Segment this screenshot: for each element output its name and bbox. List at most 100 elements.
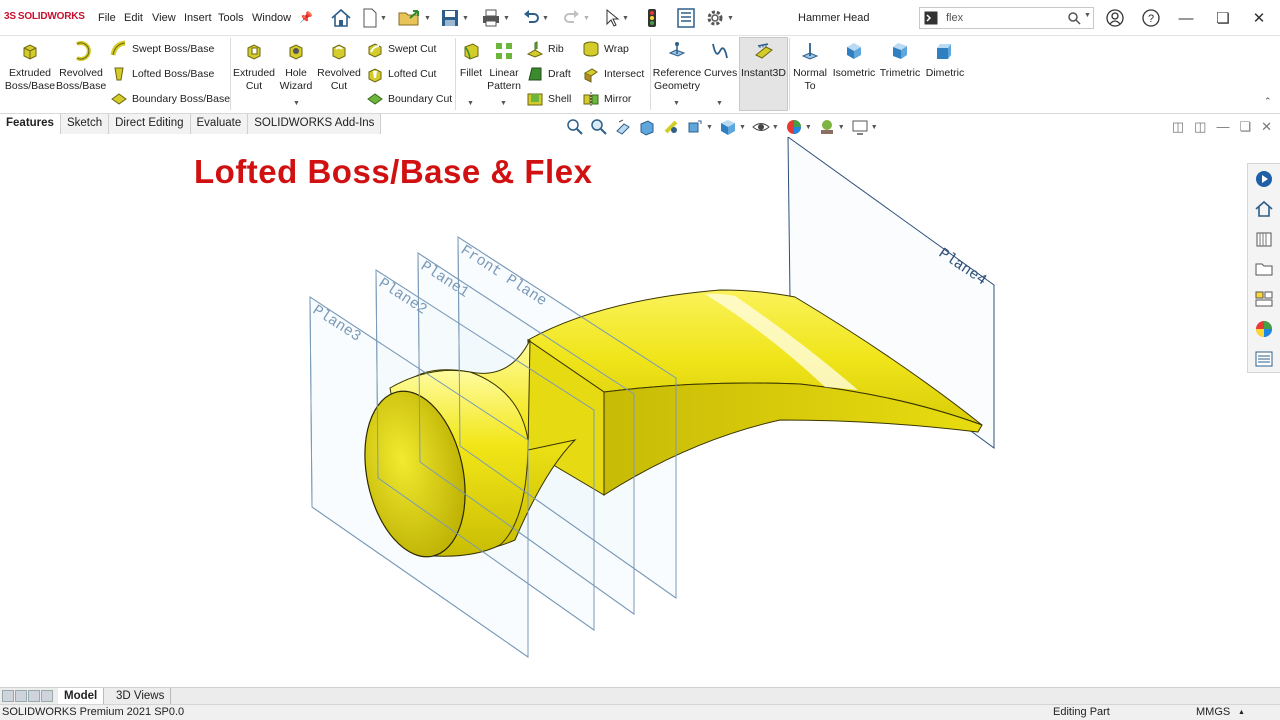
- boundary-cut-button[interactable]: Boundary Cut: [366, 89, 452, 109]
- unit-system[interactable]: MMGS: [1196, 705, 1230, 720]
- hide-show-dropdown-icon[interactable]: ▼: [772, 124, 779, 131]
- swept-cut-button[interactable]: Swept Cut: [366, 39, 436, 59]
- revolved-cut-button[interactable]: Revolved Cut: [316, 40, 362, 93]
- home-button[interactable]: [330, 7, 352, 29]
- boundary-boss-button[interactable]: Boundary Boss/Base: [110, 89, 230, 109]
- task-pane-design-library[interactable]: [1248, 224, 1279, 254]
- isometric-button[interactable]: Isometric: [832, 40, 876, 80]
- scroll-last-icon[interactable]: [41, 690, 53, 702]
- hide-show-items-icon[interactable]: [752, 118, 770, 136]
- viewport-restore-icon[interactable]: ❏: [1239, 119, 1251, 135]
- lofted-cut-button[interactable]: Lofted Cut: [366, 64, 436, 84]
- task-pane-3d-content-central[interactable]: [1248, 194, 1279, 224]
- previous-view-icon[interactable]: [614, 118, 632, 136]
- menu-file[interactable]: File: [98, 12, 116, 24]
- minimize-button[interactable]: —: [1176, 8, 1196, 28]
- pin-icon[interactable]: 📌: [299, 11, 313, 24]
- view-settings-dropdown-icon[interactable]: ▼: [871, 124, 878, 131]
- edit-appearance-icon[interactable]: [785, 118, 803, 136]
- solidworks-logo[interactable]: 3S SOLIDWORKS: [4, 11, 85, 22]
- file-properties-button[interactable]: [676, 7, 696, 29]
- unit-system-dropdown-icon[interactable]: ▲: [1238, 705, 1245, 720]
- scene-dropdown-icon[interactable]: ▼: [838, 124, 845, 131]
- hole-wizard-button[interactable]: Hole Wizard: [276, 40, 316, 93]
- extruded-boss-button[interactable]: Extruded Boss/Base: [4, 40, 56, 93]
- menu-edit[interactable]: Edit: [124, 12, 143, 24]
- section-view-icon[interactable]: [638, 118, 656, 136]
- redo-button[interactable]: ▼: [563, 7, 590, 29]
- swept-boss-button[interactable]: Swept Boss/Base: [110, 39, 214, 59]
- view-orientation-icon[interactable]: [686, 118, 704, 136]
- zoom-to-fit-icon[interactable]: [566, 118, 584, 136]
- task-pane-appearances[interactable]: [1248, 314, 1279, 344]
- appearance-dropdown-icon[interactable]: ▼: [805, 124, 812, 131]
- wrap-button[interactable]: Wrap: [582, 39, 629, 59]
- display-style-icon[interactable]: [719, 118, 737, 136]
- intersect-button[interactable]: Intersect: [582, 64, 644, 84]
- menu-view[interactable]: View: [152, 12, 176, 24]
- restore-button[interactable]: ❏: [1213, 8, 1233, 28]
- dynamic-annotation-icon[interactable]: [662, 118, 680, 136]
- graphics-area[interactable]: Lofted Boss/Base & Flex Plane3 Plane2 Pl…: [0, 137, 1280, 686]
- rebuild-button[interactable]: [646, 7, 658, 29]
- hole-wizard-dropdown-icon[interactable]: ▼: [293, 100, 300, 107]
- tab-3d-views[interactable]: 3D Views: [110, 688, 172, 705]
- tab-evaluate[interactable]: Evaluate: [190, 114, 249, 134]
- dimetric-button[interactable]: Dimetric: [924, 40, 966, 80]
- menu-window[interactable]: Window: [252, 12, 291, 24]
- collapse-ribbon-icon[interactable]: ⌃: [1264, 96, 1272, 107]
- viewport-close-icon[interactable]: ✕: [1261, 119, 1272, 135]
- tab-solidworks-addins[interactable]: SOLIDWORKS Add-Ins: [248, 114, 382, 134]
- split-view-left-icon[interactable]: ◫: [1172, 119, 1184, 135]
- tab-sketch[interactable]: Sketch: [60, 114, 110, 134]
- task-pane-view-palette[interactable]: [1248, 284, 1279, 314]
- open-button[interactable]: ▼: [398, 7, 431, 29]
- task-pane-solidworks-resources[interactable]: [1248, 164, 1279, 194]
- view-orientation-dropdown-icon[interactable]: ▼: [706, 124, 713, 131]
- reference-geometry-button[interactable]: Reference Geometry: [652, 40, 702, 93]
- hammer-head-model[interactable]: Plane3 Plane2 Plane1 Front Plane Plane4: [0, 137, 1280, 686]
- options-button[interactable]: ▼: [705, 7, 734, 29]
- linear-pattern-dropdown-icon[interactable]: ▼: [500, 100, 507, 107]
- extruded-cut-button[interactable]: Extruded Cut: [233, 40, 275, 93]
- normal-to-button[interactable]: Normal To: [791, 40, 829, 93]
- rib-button[interactable]: Rib: [526, 39, 564, 59]
- apply-scene-icon[interactable]: [818, 118, 836, 136]
- reference-geometry-dropdown-icon[interactable]: ▼: [673, 100, 680, 107]
- new-button[interactable]: ▼: [362, 7, 387, 29]
- task-pane-custom-properties[interactable]: [1248, 344, 1279, 374]
- draft-button[interactable]: Draft: [526, 64, 571, 84]
- viewport-minimize-icon[interactable]: —: [1216, 119, 1229, 135]
- undo-button[interactable]: ▼: [522, 7, 549, 29]
- scroll-prev-icon[interactable]: [15, 690, 27, 702]
- task-pane-file-explorer[interactable]: [1248, 254, 1279, 284]
- linear-pattern-button[interactable]: Linear Pattern: [486, 40, 522, 93]
- revolved-boss-button[interactable]: Revolved Boss/Base: [56, 40, 106, 93]
- curves-button[interactable]: Curves: [704, 40, 737, 80]
- instant3d-button[interactable]: Instant3D: [739, 37, 788, 111]
- search-dropdown-icon[interactable]: ▼: [1084, 12, 1091, 19]
- search-icon[interactable]: [1068, 12, 1081, 25]
- split-view-right-icon[interactable]: ◫: [1194, 119, 1206, 135]
- close-button[interactable]: ✕: [1249, 8, 1269, 28]
- menu-tools[interactable]: Tools: [218, 12, 244, 24]
- user-account-button[interactable]: [1105, 8, 1125, 28]
- view-settings-icon[interactable]: [851, 118, 869, 136]
- scroll-first-icon[interactable]: [2, 690, 14, 702]
- lofted-boss-button[interactable]: Lofted Boss/Base: [110, 64, 214, 84]
- tab-model[interactable]: Model: [58, 688, 105, 705]
- fillet-dropdown-icon[interactable]: ▼: [467, 100, 474, 107]
- save-button[interactable]: ▼: [440, 7, 469, 29]
- shell-button[interactable]: Shell: [526, 89, 571, 109]
- zoom-to-area-icon[interactable]: [590, 118, 608, 136]
- tab-features[interactable]: Features: [0, 114, 61, 134]
- print-button[interactable]: ▼: [481, 7, 510, 29]
- mirror-button[interactable]: Mirror: [582, 89, 631, 109]
- scroll-next-icon[interactable]: [28, 690, 40, 702]
- menu-insert[interactable]: Insert: [184, 12, 212, 24]
- trimetric-button[interactable]: Trimetric: [879, 40, 921, 80]
- command-search-input[interactable]: flex ▼: [919, 7, 1094, 29]
- help-button[interactable]: ?: [1141, 8, 1161, 28]
- tab-direct-editing[interactable]: Direct Editing: [109, 114, 191, 134]
- curves-dropdown-icon[interactable]: ▼: [716, 100, 723, 107]
